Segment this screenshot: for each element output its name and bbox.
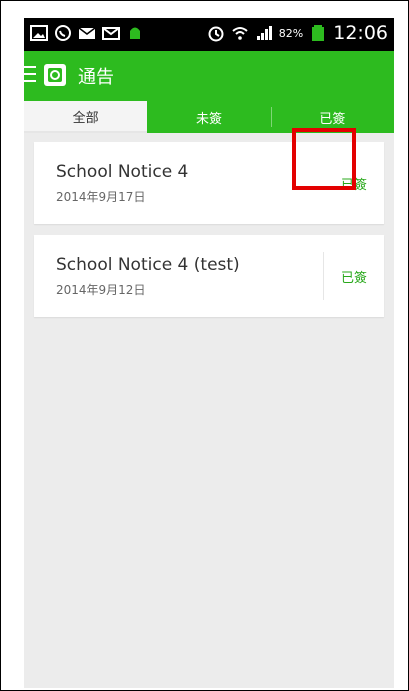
notice-title: School Notice 4 xyxy=(56,162,189,182)
notice-date: 2014年9月12日 xyxy=(56,283,146,297)
status-bar: 82% 12:06 xyxy=(24,18,394,51)
tab-unsigned[interactable]: 未簽 xyxy=(147,101,271,133)
menu-icon[interactable] xyxy=(24,64,40,84)
notice-title: School Notice 4 (test) xyxy=(56,255,240,275)
tab-all[interactable]: 全部 xyxy=(24,101,148,133)
email-icon xyxy=(102,27,120,40)
app-bar: 通告 xyxy=(24,51,394,101)
app-logo-icon[interactable] xyxy=(42,62,68,88)
signed-status[interactable]: 已簽 xyxy=(323,252,384,300)
image-icon xyxy=(30,25,48,41)
notice-date: 2014年9月17日 xyxy=(56,190,146,204)
wifi-icon xyxy=(232,27,248,40)
notice-item[interactable]: School Notice 4 (test) 2014年9月12日 已簽 xyxy=(34,235,384,317)
alarm-icon xyxy=(208,26,224,42)
status-time: 12:06 xyxy=(333,22,388,44)
status-right-icons: 82% 12:06 xyxy=(207,22,388,44)
page-title: 通告 xyxy=(78,67,114,88)
mail-icon xyxy=(78,27,96,39)
battery-percent: 82% xyxy=(278,26,304,40)
battery-icon xyxy=(312,25,325,41)
phone-screen: 82% 12:06 通告 全部 未簽 已簽 School Notice 4 20… xyxy=(24,18,394,688)
status-left-icons xyxy=(30,24,144,42)
signal-icon xyxy=(256,26,272,40)
android-icon xyxy=(130,27,140,39)
whatsapp-icon xyxy=(55,25,71,41)
highlight-box xyxy=(292,128,356,190)
